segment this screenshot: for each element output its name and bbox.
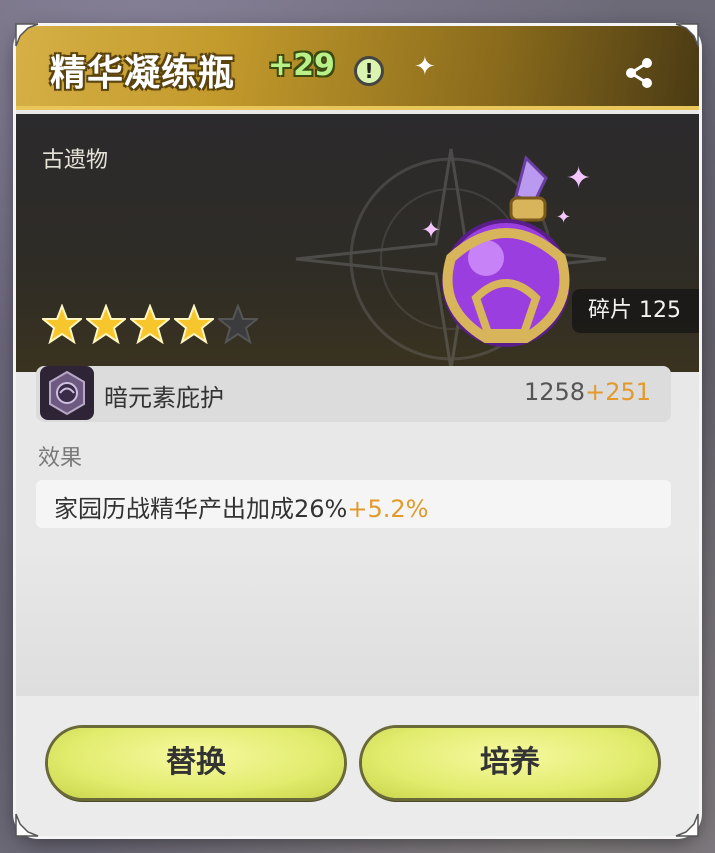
effect-bonus: +5.2% [347, 495, 429, 523]
svg-text:✦: ✦ [421, 216, 441, 244]
replace-button[interactable]: 替换 [48, 728, 344, 798]
stat-name: 暗元素庇护 [104, 384, 224, 412]
rarity-stars [42, 304, 258, 344]
upgrade-button[interactable]: 培养 [362, 728, 658, 798]
item-detail-card: 精华凝练瓶 +29 ! ✦ 古遗物 ✦ ✦ ✦ 碎片 125 暗元素庇护 125… [16, 26, 699, 836]
star-filled-icon [130, 304, 170, 344]
item-category: 古遗物 [42, 148, 109, 173]
content-spacer [16, 546, 699, 696]
fragment-count: 碎片 125 [572, 289, 699, 333]
corner-ornament-icon [675, 813, 699, 837]
stat-base-value: 1258 [524, 378, 586, 406]
item-name: 精华凝练瓶 [50, 53, 236, 94]
share-icon[interactable] [622, 56, 656, 90]
star-filled-icon [42, 304, 82, 344]
dark-element-icon [40, 366, 94, 420]
item-level: +29 [268, 48, 335, 83]
effect-row: 家园历战精华产出加成26%+5.2% [36, 480, 671, 528]
corner-ornament-icon [15, 813, 39, 837]
star-empty-icon [218, 304, 258, 344]
button-area: 替换 培养 [16, 696, 699, 836]
essence-bottle-icon: ✦ ✦ ✦ [421, 155, 591, 347]
sparkle-icon: ✦ [414, 52, 436, 82]
main-stat-row: 暗元素庇护 1258+251 [36, 366, 671, 422]
item-hero: 古遗物 ✦ ✦ ✦ 碎片 125 [16, 114, 699, 372]
svg-text:✦: ✦ [566, 161, 591, 196]
star-filled-icon [174, 304, 214, 344]
corner-ornament-icon [15, 23, 39, 47]
effect-label: 效果 [38, 446, 83, 471]
corner-ornament-icon [675, 23, 699, 47]
stat-bonus-value: +251 [585, 378, 651, 406]
svg-text:✦: ✦ [556, 207, 571, 228]
effect-description: 家园历战精华产出加成26%+5.2% [54, 489, 428, 524]
info-icon[interactable]: ! [354, 56, 384, 86]
effect-text: 家园历战精华产出加成26% [54, 495, 348, 523]
star-filled-icon [86, 304, 126, 344]
title-bar: 精华凝练瓶 +29 ! ✦ [16, 26, 699, 110]
stat-value: 1258+251 [524, 378, 651, 406]
